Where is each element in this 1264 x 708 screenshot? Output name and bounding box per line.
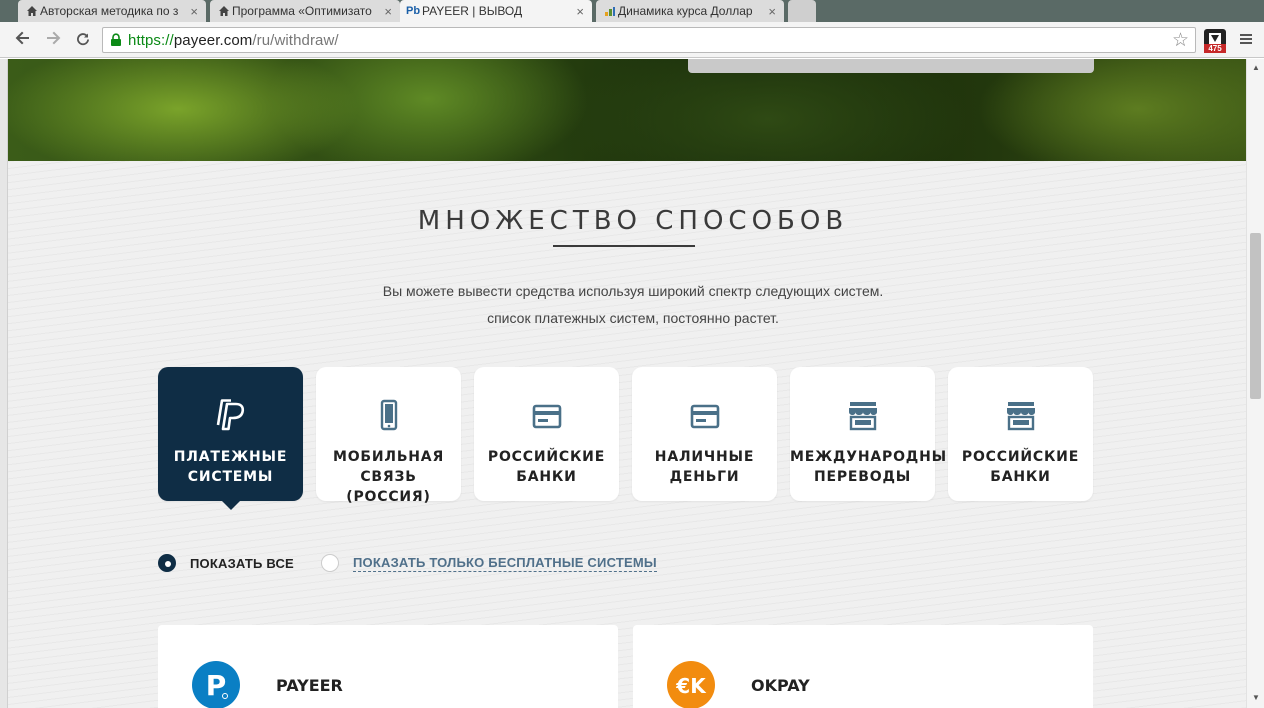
close-icon[interactable]: ×: [384, 4, 392, 19]
extension-badge: 475: [1204, 44, 1226, 53]
radio-show-free[interactable]: [321, 554, 339, 572]
lock-icon: [109, 33, 123, 47]
close-icon[interactable]: ×: [576, 4, 584, 19]
withdraw-methods-section: МНОЖЕСТВО СПОСОБОВ Вы можете вывести сре…: [8, 161, 1246, 708]
back-button[interactable]: [12, 29, 34, 51]
tab-strip: Авторская методика по з × Программа «Опт…: [0, 0, 1264, 22]
radio-show-all[interactable]: [158, 554, 176, 572]
forward-button[interactable]: [42, 29, 64, 51]
category-mobile[interactable]: МОБИЛЬНАЯ СВЯЗЬ (РОССИЯ): [316, 367, 461, 505]
section-subtitle-line2: список платежных систем, постоянно расте…: [487, 310, 779, 326]
filter-show-all[interactable]: ПОКАЗАТЬ ВСЕ: [158, 553, 294, 573]
payment-name: PAYEER: [276, 676, 343, 695]
payment-card-payeer[interactable]: P PAYEER: [158, 625, 618, 708]
reload-icon: [77, 33, 89, 46]
url-text: https://payeer.com/ru/withdraw/: [128, 32, 339, 49]
payeer-logo: P: [192, 661, 240, 708]
scroll-down-icon[interactable]: ▼: [1252, 693, 1260, 702]
category-label: НАЛИЧНЫЕ ДЕНЬГИ: [654, 449, 755, 485]
category-tabs: ПЛАТЕЖНЫЕ СИСТЕМЫ МОБИЛЬНАЯ СВЯЗЬ (РОССИ…: [158, 367, 1094, 510]
page-viewport: МНОЖЕСТВО СПОСОБОВ Вы можете вывести сре…: [0, 59, 1246, 708]
section-title: МНОЖЕСТВО СПОСОБОВ: [417, 206, 849, 236]
arrow-left-icon: [15, 31, 29, 45]
category-label: МЕЖДУНАРОДНЫЕ ПЕРЕВОДЫ: [790, 449, 958, 485]
hero-panel-edge: [688, 59, 1094, 73]
hamburger-icon: [1240, 34, 1252, 44]
category-russian-banks-2[interactable]: РОССИЙСКИЕ БАНКИ: [948, 367, 1093, 501]
arrow-right-icon: [47, 31, 61, 45]
browser-tab-1[interactable]: Авторская методика по з ×: [18, 0, 206, 22]
paypal-icon: [214, 399, 248, 433]
category-payment-systems[interactable]: ПЛАТЕЖНЫЕ СИСТЕМЫ: [158, 367, 303, 510]
payment-name: OKPAY: [751, 676, 810, 695]
filter-label-link[interactable]: ПОКАЗАТЬ ТОЛЬКО БЕСПЛАТНЫЕ СИСТЕМЫ: [353, 555, 657, 572]
payeer-favicon: Pb: [406, 5, 421, 17]
chart-icon: [604, 5, 616, 17]
card-icon: [530, 399, 564, 433]
category-label: РОССИЙСКИЕ БАНКИ: [961, 449, 1080, 485]
bookmark-star-icon[interactable]: ☆: [1172, 29, 1189, 52]
tab-title: Программа «Оптимизато: [232, 4, 372, 18]
address-bar[interactable]: https://payeer.com/ru/withdraw/ ☆: [102, 27, 1196, 53]
category-label: ПЛАТЕЖНЫЕ СИСТЕМЫ: [173, 449, 288, 485]
scroll-up-icon[interactable]: ▲: [1252, 63, 1260, 72]
section-subtitle-line1: Вы можете вывести средства используя шир…: [382, 283, 884, 299]
tab-title: PAYEER | ВЫВОД: [422, 4, 523, 18]
store-icon: [1004, 399, 1038, 433]
card-icon: [688, 399, 722, 433]
house-icon: [26, 5, 38, 17]
filter-label: ПОКАЗАТЬ ВСЕ: [190, 555, 294, 571]
category-russian-banks[interactable]: РОССИЙСКИЕ БАНКИ: [474, 367, 619, 501]
scrollbar-thumb[interactable]: [1250, 233, 1261, 399]
browser-tab-active[interactable]: Pb PAYEER | ВЫВОД ×: [400, 0, 592, 22]
close-icon[interactable]: ×: [768, 4, 776, 19]
category-label: РОССИЙСКИЕ БАНКИ: [487, 449, 606, 485]
page-left-edge: [0, 59, 8, 708]
okpay-logo: €K: [667, 661, 715, 708]
browser-tab-4[interactable]: Динамика курса Доллар ×: [596, 0, 784, 22]
store-icon: [846, 399, 880, 433]
hero-banner: [8, 59, 1246, 161]
browser-tab-2[interactable]: Программа «Оптимизато ×: [210, 0, 400, 22]
category-international-transfers[interactable]: МЕЖДУНАРОДНЫЕ ПЕРЕВОДЫ: [790, 367, 958, 501]
house-icon: [218, 5, 230, 17]
active-pointer: [222, 501, 240, 510]
menu-button[interactable]: [1236, 29, 1256, 51]
category-cash[interactable]: НАЛИЧНЫЕ ДЕНЬГИ: [632, 367, 777, 501]
new-tab-button[interactable]: [788, 0, 816, 22]
filter-show-free[interactable]: ПОКАЗАТЬ ТОЛЬКО БЕСПЛАТНЫЕ СИСТЕМЫ: [321, 553, 657, 573]
reload-button[interactable]: [72, 29, 94, 51]
phone-icon: [372, 399, 406, 433]
close-icon[interactable]: ×: [190, 4, 198, 19]
title-underline: [553, 245, 695, 247]
vertical-scrollbar[interactable]: ▲ ▼: [1246, 59, 1264, 708]
logo-letter: €K: [675, 674, 707, 698]
browser-toolbar: https://payeer.com/ru/withdraw/ ☆ 475: [0, 22, 1264, 58]
payment-card-okpay[interactable]: €K OKPAY: [633, 625, 1093, 708]
category-label: МОБИЛЬНАЯ СВЯЗЬ (РОССИЯ): [332, 449, 445, 505]
tab-title: Динамика курса Доллар: [618, 4, 753, 18]
tab-title: Авторская методика по з: [40, 4, 179, 18]
